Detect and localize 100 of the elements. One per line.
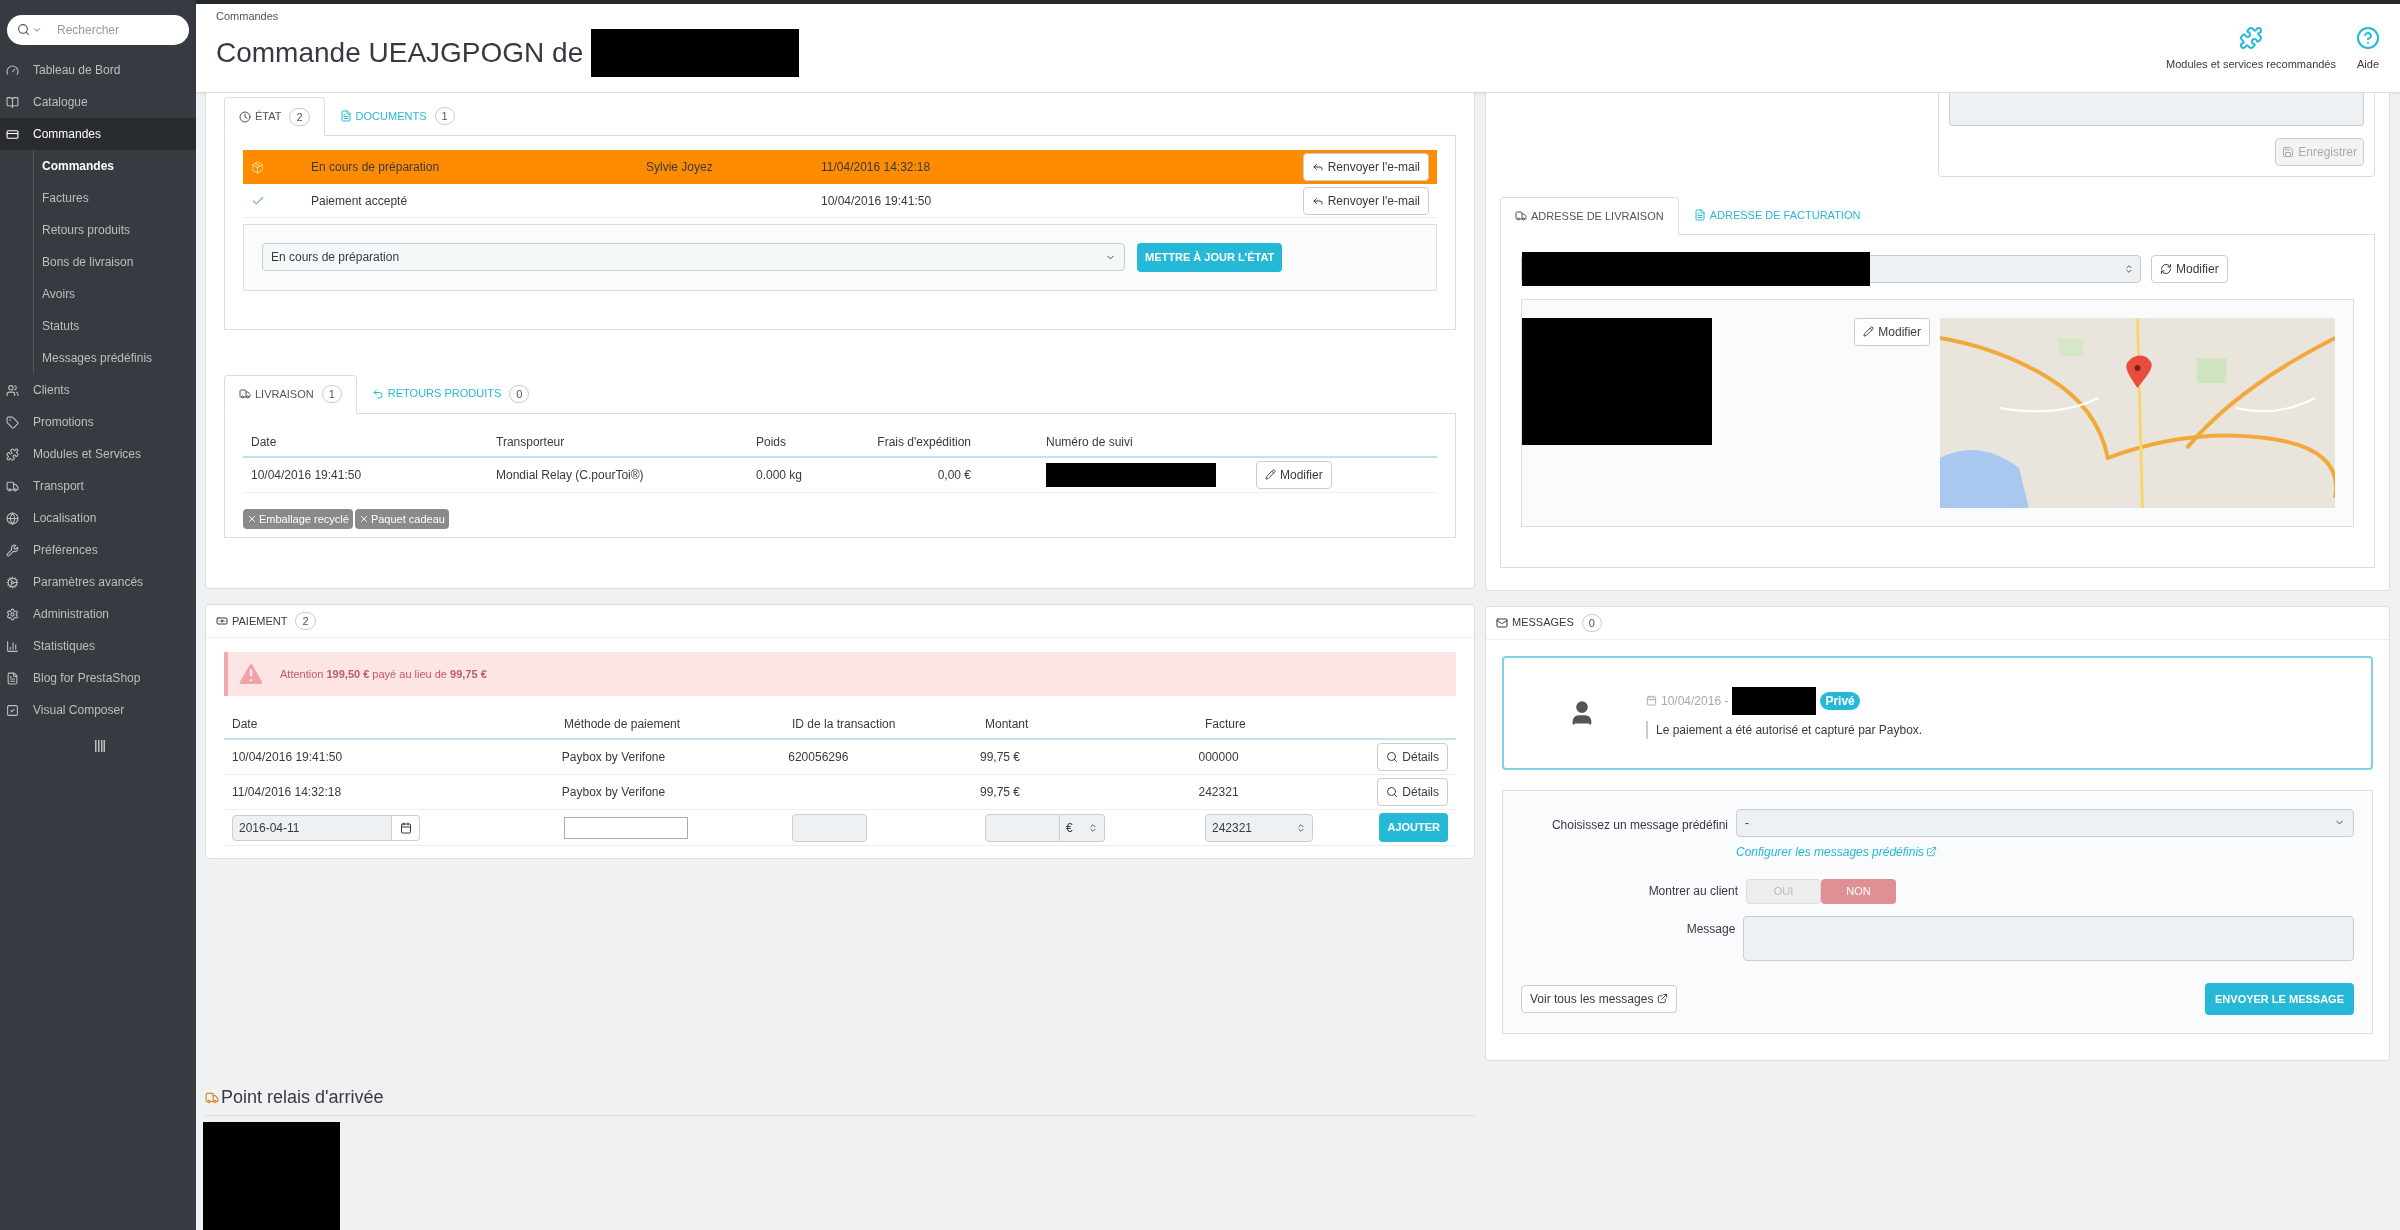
currency-select[interactable]: €	[1060, 813, 1105, 842]
panel-title: PAIEMENT	[232, 613, 288, 629]
sidebar-item[interactable]: Transport	[0, 470, 196, 502]
panel-title: MESSAGES	[1512, 615, 1574, 631]
table-cell-text: 10/04/2016 19:41:50	[251, 466, 363, 484]
sidebar-item[interactable]: Promotions	[0, 406, 196, 438]
sidebar-item[interactable]: Commandes	[0, 118, 196, 150]
column-header: Transporteur	[495, 433, 566, 451]
x-icon	[358, 513, 369, 524]
external-link-icon	[1926, 846, 1938, 857]
caret-icon	[32, 25, 42, 35]
refresh-icon	[2160, 262, 2172, 275]
column-header: Date	[251, 433, 278, 451]
help-icon	[2356, 26, 2380, 50]
count-badge: 0	[509, 384, 530, 403]
sidebar-item[interactable]: Préférences	[0, 534, 196, 566]
date-field[interactable]: 2016-04-11	[232, 814, 392, 841]
input-field[interactable]	[985, 813, 1060, 842]
count-badge: 1	[321, 385, 342, 403]
column-header: Poids	[756, 433, 788, 451]
tab[interactable]: ADRESSE DE LIVRAISON	[1500, 197, 1679, 235]
package-icon	[251, 160, 264, 174]
table-cell-text: 242321	[1198, 784, 1240, 801]
calendar-button[interactable]	[392, 814, 420, 841]
invoice-select[interactable]: 242321	[1205, 813, 1313, 842]
truck-icon	[1515, 209, 1527, 222]
submenu-item[interactable]: Commandes	[34, 150, 196, 182]
table-cell-text: 10/04/2016 19:41:50	[232, 749, 344, 766]
table-cell-text: 11/04/2016 14:32:18	[232, 784, 343, 801]
submenu-item[interactable]: Messages prédéfinis	[34, 342, 196, 374]
message-text: Le paiement a été autorisé et capturé par Paybox.	[1646, 720, 1923, 739]
tab[interactable]: LIVRAISON 1	[224, 374, 357, 414]
details-button[interactable]: Détails	[1377, 778, 1448, 806]
predefined-select[interactable]: -	[1736, 808, 2354, 837]
toolbar-link[interactable]: Modules et services recommandés	[2166, 26, 2336, 73]
book-icon	[6, 95, 19, 109]
table-cell-text: 0.000 kg	[756, 466, 804, 484]
sidebar-item[interactable]: Visual Composer	[0, 694, 196, 726]
details-button[interactable]: Détails	[1377, 743, 1448, 771]
document-icon	[6, 671, 19, 685]
alert-text: Attention 199,50 € payé au lieu de 99,75 €	[280, 666, 487, 682]
edit-address-button[interactable]: Modifier	[1854, 317, 1930, 346]
sidebar-item[interactable]: Catalogue	[0, 86, 196, 118]
updown-icon	[2124, 263, 2134, 274]
status-date: 10/04/2016 19:41:50	[821, 192, 933, 210]
employee-name: Sylvie Joyez	[646, 160, 713, 174]
external-link-icon	[1657, 993, 1669, 1005]
square-icon	[6, 703, 19, 717]
address-select[interactable]	[1521, 254, 2141, 283]
input-field[interactable]	[792, 813, 867, 842]
submenu-item[interactable]: Factures	[34, 182, 196, 214]
sidebar-item[interactable]: Administration	[0, 598, 196, 630]
message-field[interactable]	[1743, 915, 2354, 961]
sidebar-item[interactable]: Paramètres avancés	[0, 566, 196, 598]
sidebar-item[interactable]: Statistiques	[0, 630, 196, 662]
change-address-button[interactable]: Modifier	[2151, 254, 2228, 283]
message-date: 10/04/2016 -	[1661, 692, 1729, 710]
card-icon	[6, 127, 19, 141]
column-header: Facture	[1205, 716, 1247, 733]
submenu-item[interactable]: Bons de livraison	[34, 246, 196, 278]
resend-email-button[interactable]: Renvoyer l'e-mail	[1302, 186, 1429, 215]
column-header: Frais d'expédition	[876, 433, 971, 451]
note-field[interactable]	[1949, 93, 2364, 126]
tab[interactable]: ÉTAT 2	[224, 97, 325, 136]
sidebar-item[interactable]: Modules et Services	[0, 438, 196, 470]
resend-email-button[interactable]: Renvoyer l'e-mail	[1302, 153, 1429, 181]
sidebar-item[interactable]: Localisation	[0, 502, 196, 534]
all-messages-button[interactable]: Voir tous les messages	[1521, 984, 1678, 1013]
edit-button[interactable]: Modifier	[1256, 460, 1332, 489]
mail-icon	[1496, 616, 1508, 629]
reply-icon	[1311, 161, 1324, 173]
updown-icon	[1296, 822, 1306, 833]
table-cell-text: 99,75 €	[980, 784, 1022, 801]
breadcrumb: Commandes	[216, 9, 280, 24]
bar-chart-icon	[6, 639, 19, 653]
submenu-item[interactable]: Retours produits	[34, 214, 196, 246]
field-label: Message	[1685, 920, 1736, 938]
sidebar-item[interactable]: Blog for PrestaShop	[0, 662, 196, 694]
calendar-icon	[1646, 695, 1657, 706]
submenu-item[interactable]: Avoirs	[34, 278, 196, 310]
wrench-icon	[6, 543, 19, 557]
toolbar-link[interactable]: Aide	[2356, 26, 2380, 73]
pencil-icon	[1863, 326, 1875, 337]
tab[interactable]: RETOURS PRODUITS 0	[356, 374, 545, 413]
truck-icon	[205, 1090, 219, 1105]
table-cell-text: Paybox by Verifone	[561, 749, 667, 766]
table-cell: 620056296	[788, 750, 849, 764]
table-cell-text: 000000	[1198, 749, 1240, 766]
users-icon	[6, 383, 19, 397]
status-select[interactable]: En cours de préparation	[262, 243, 1125, 272]
column-header: Numéro de suivi	[1045, 433, 1134, 451]
puzzle-icon	[6, 447, 19, 461]
column-header: Montant	[985, 716, 1030, 733]
sidebar-item[interactable]: Tableau de Bord	[0, 54, 196, 86]
sidebar-item[interactable]: Clients	[0, 374, 196, 406]
submenu-item[interactable]: Statuts	[34, 310, 196, 342]
tab[interactable]: DOCUMENTS 1	[324, 97, 470, 135]
search-field[interactable]: Rechercher	[7, 15, 189, 45]
input-field[interactable]	[564, 816, 688, 839]
private-badge: Privé	[1820, 691, 1860, 710]
